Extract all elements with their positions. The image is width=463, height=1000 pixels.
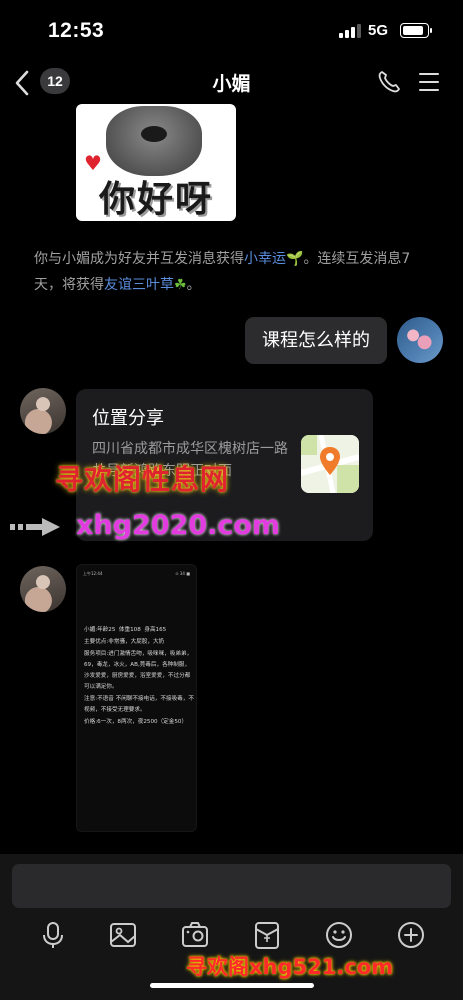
- mini-status-time: 上午12:44: [83, 571, 103, 576]
- signal-icon: [339, 24, 361, 38]
- image-icon[interactable]: [108, 920, 138, 950]
- menu-icon[interactable]: [419, 71, 441, 93]
- network-type: 5G: [368, 22, 389, 39]
- phone-icon[interactable]: [376, 69, 402, 95]
- arrow-right-icon: [10, 518, 60, 536]
- status-bar: 12:53 5G: [0, 0, 463, 58]
- home-indicator[interactable]: [150, 983, 314, 988]
- mini-status-right: ⊙ 34 ■: [175, 571, 190, 576]
- message-input[interactable]: [12, 864, 451, 908]
- system-notice: 你与小媚成为好友并互发消息获得小幸运🌱。连续互发消息7天，将获得友谊三叶草☘。: [34, 246, 436, 298]
- image-text-content: 小媚:年龄25 体重108 身高165 主要优点:非常骚，大屁股，大奶 服务项目…: [84, 625, 194, 729]
- location-address: 四川省成都市成华区槐树店一路共号新鸿路东明正对面: [92, 441, 288, 479]
- clover-link[interactable]: 友谊三叶草: [104, 277, 174, 293]
- unread-badge: 12: [40, 68, 70, 94]
- image-text-line: 价格:6一次，8两次，夜2500（定金50）: [84, 719, 188, 725]
- red-packet-icon[interactable]: [252, 920, 282, 950]
- image-text-line: 小媚:年龄25 体重108 身高165: [84, 627, 167, 633]
- notice-text-3: 。: [186, 277, 201, 293]
- chat-header: 12 小媚: [0, 58, 463, 108]
- microphone-icon[interactable]: [38, 920, 68, 950]
- battery-icon: [400, 23, 432, 38]
- map-pin-icon: [301, 435, 359, 493]
- clover-icon: ☘: [174, 277, 187, 293]
- image-text-line: 主要优点:非常骚，大屁股，大奶: [84, 639, 165, 645]
- location-share-card[interactable]: 位置分享 四川省成都市成华区槐树店一路共号新鸿路东明正对面: [76, 389, 373, 541]
- input-bar: [0, 854, 463, 1000]
- my-message-bubble[interactable]: 课程怎么样的: [245, 317, 387, 364]
- image-text-line: 服务项目:进门激情舌吻，吸咪咪，吸弟弟，69，毒龙，冰火，AB,莞毒后，各种制服…: [84, 651, 193, 690]
- contact-avatar[interactable]: [20, 566, 66, 612]
- back-button[interactable]: 12: [14, 68, 78, 98]
- status-time: 12:53: [48, 19, 105, 42]
- sticker-text: 你好呀: [98, 179, 213, 220]
- emoji-icon[interactable]: [324, 920, 354, 950]
- location-title: 位置分享: [92, 408, 164, 429]
- pug-nose: [141, 126, 167, 142]
- notice-text-1: 你与小媚成为好友并互发消息获得: [34, 251, 244, 267]
- lucky-link[interactable]: 小幸运: [244, 251, 286, 267]
- image-message[interactable]: 上午12:44 ⊙ 34 ■ 小媚:年龄25 体重108 身高165 主要优点:…: [76, 564, 197, 832]
- sprout-icon: 🌱: [286, 251, 304, 267]
- plus-icon[interactable]: [396, 920, 426, 950]
- mini-status-bar: 上午12:44 ⊙ 34 ■: [83, 571, 190, 579]
- camera-icon[interactable]: [180, 920, 210, 950]
- my-avatar[interactable]: [397, 317, 443, 363]
- chevron-left-icon: [15, 70, 29, 96]
- sticker-message[interactable]: ♥ 你好呀: [76, 104, 236, 221]
- image-text-line: 注意:不语音 不闲聊不接电话，不接吸毒，不视频，不接受无理要求。: [84, 696, 194, 713]
- contact-avatar[interactable]: [20, 388, 66, 434]
